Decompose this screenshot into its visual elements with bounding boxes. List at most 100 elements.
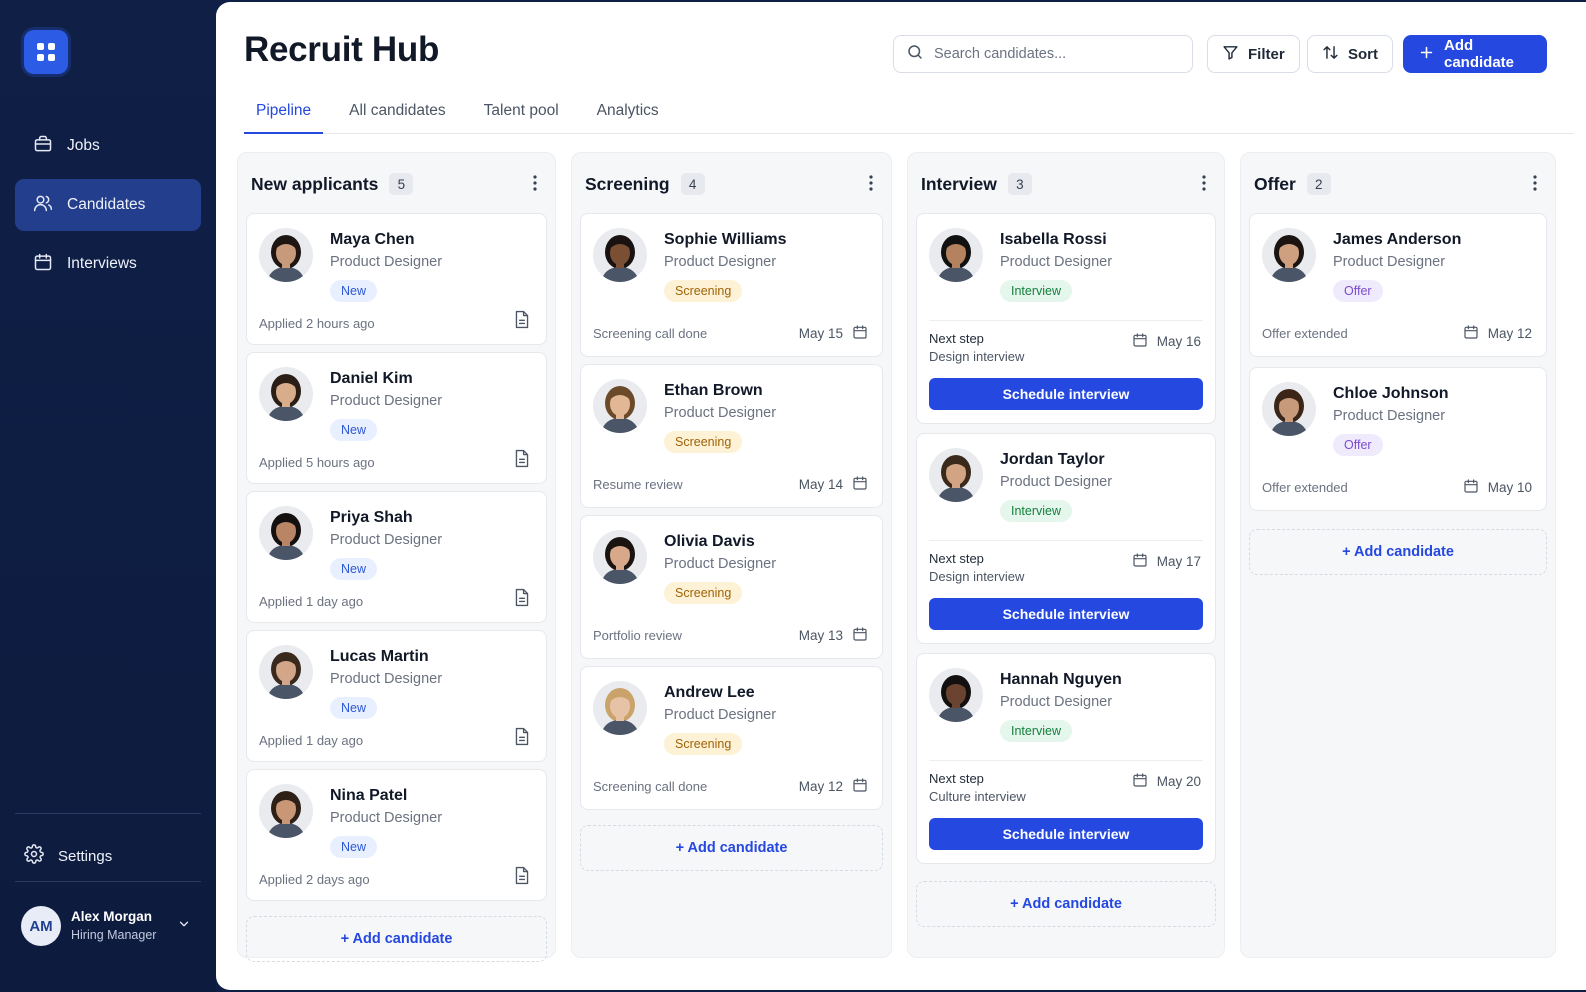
search-input[interactable]: [934, 46, 1174, 62]
candidate-card[interactable]: Hannah Nguyen Product Designer Interview Ne…: [916, 653, 1216, 864]
calendar-icon: [852, 626, 868, 645]
date-text: May 12: [1487, 326, 1532, 341]
candidate-name[interactable]: Ethan Brown: [664, 382, 763, 400]
add-candidate-button[interactable]: + Add candidate: [580, 825, 883, 871]
filter-button[interactable]: Filter: [1207, 35, 1300, 73]
more-options-button[interactable]: [527, 175, 543, 193]
avatar: AM: [21, 906, 61, 946]
date-text: May 20: [1156, 774, 1201, 789]
candidate-role: Product Designer: [1000, 474, 1113, 490]
tab-all-candidates[interactable]: All candidates: [337, 94, 458, 134]
tab-analytics[interactable]: Analytics: [585, 94, 671, 134]
column-title: New applicants: [251, 173, 379, 194]
candidate-card[interactable]: Andrew Lee Product Designer Screening Scree…: [580, 666, 883, 810]
add-candidate-button[interactable]: + Add candidate: [916, 881, 1216, 927]
candidate-name[interactable]: Olivia Davis: [664, 533, 755, 551]
candidate-name[interactable]: Hannah Nguyen: [1000, 671, 1122, 689]
candidate-name[interactable]: Priya Shah: [330, 509, 413, 527]
user-role: Hiring Manager: [71, 927, 157, 942]
status-badge: Screening: [664, 431, 743, 453]
sidebar-item-settings[interactable]: Settings: [24, 844, 112, 868]
candidate-card[interactable]: Isabella Rossi Product Designer Interview N…: [916, 213, 1216, 424]
column-header: Screening 4: [585, 171, 879, 197]
candidate-name[interactable]: Sophie Williams: [664, 231, 787, 249]
tab-talent-pool[interactable]: Talent pool: [472, 94, 571, 134]
card-date: May 15: [799, 324, 868, 343]
candidate-card[interactable]: Olivia Davis Product Designer Screening Por…: [580, 515, 883, 659]
calendar-icon: [1132, 552, 1148, 571]
search-box[interactable]: [893, 35, 1193, 73]
next-step: Next step Culture interview: [929, 770, 1026, 806]
sidebar-item-interviews[interactable]: Interviews: [15, 238, 201, 290]
candidate-card[interactable]: Lucas Martin Product Designer New Applied 1…: [246, 630, 547, 762]
settings-label: Settings: [58, 847, 113, 865]
more-options-button[interactable]: [1196, 175, 1212, 193]
column-count-badge: 3: [1007, 173, 1032, 195]
resume-button[interactable]: [514, 310, 530, 329]
column-interview: Interview 3 Isabella Rossi Product Designer…: [907, 152, 1225, 958]
next-step-value: Design interview: [929, 569, 1025, 585]
candidate-name[interactable]: Lucas Martin: [330, 648, 429, 666]
candidate-name[interactable]: Jordan Taylor: [1000, 451, 1105, 469]
schedule-interview-button[interactable]: Schedule interview: [929, 378, 1203, 410]
resume-button[interactable]: [514, 588, 530, 607]
next-step-value: Design interview: [929, 349, 1025, 365]
next-step-value: Culture interview: [929, 789, 1026, 805]
candidate-card[interactable]: Chloe Johnson Product Designer Offer Offer …: [1249, 367, 1547, 511]
candidate-card[interactable]: Daniel Kim Product Designer New Applied 5 h…: [246, 352, 547, 484]
candidate-avatar: [259, 506, 313, 560]
candidate-avatar: [259, 645, 313, 699]
card-divider: [929, 760, 1203, 761]
date-text: May 12: [798, 779, 843, 794]
resume-button[interactable]: [514, 866, 530, 885]
candidate-name[interactable]: Andrew Lee: [664, 684, 755, 702]
calendar-icon: [852, 475, 868, 494]
candidate-card[interactable]: Ethan Brown Product Designer Screening Resu…: [580, 364, 883, 508]
schedule-interview-button[interactable]: Schedule interview: [929, 598, 1203, 630]
candidate-card[interactable]: Jordan Taylor Product Designer Interview Ne…: [916, 433, 1216, 644]
card-status-text: Applied 1 day ago: [259, 594, 364, 609]
add-candidate-button[interactable]: + Add candidate: [246, 916, 547, 962]
next-step-date: May 17: [1132, 552, 1201, 571]
resume-button[interactable]: [514, 449, 530, 468]
candidate-card[interactable]: Sophie Williams Product Designer Screening…: [580, 213, 883, 357]
candidate-role: Product Designer: [664, 405, 777, 421]
filter-icon: [1222, 44, 1239, 65]
add-candidate-button[interactable]: Add candidate: [1403, 35, 1547, 73]
chevron-down-icon: [177, 917, 201, 936]
candidate-name[interactable]: Isabella Rossi: [1000, 231, 1107, 249]
candidate-card[interactable]: Priya Shah Product Designer New Applied 1 d…: [246, 491, 547, 623]
card-date: May 12: [799, 777, 868, 796]
candidate-name[interactable]: Chloe Johnson: [1333, 385, 1449, 403]
candidate-card[interactable]: Maya Chen Product Designer New Applied 2 ho…: [246, 213, 547, 345]
date-text: May 14: [798, 477, 843, 492]
candidate-avatar: [929, 228, 983, 282]
more-options-button[interactable]: [863, 175, 879, 193]
app-logo-icon[interactable]: [24, 30, 68, 74]
candidate-role: Product Designer: [330, 254, 443, 270]
more-options-button[interactable]: [1527, 175, 1543, 193]
candidate-role: Product Designer: [1333, 408, 1446, 424]
card-status-text: Offer extended: [1262, 480, 1348, 495]
column-count-badge: 2: [1306, 173, 1331, 195]
search-icon: [906, 43, 924, 66]
add-candidate-button[interactable]: + Add candidate: [1249, 529, 1547, 575]
sidebar-item-label: Candidates: [67, 196, 146, 213]
candidate-name[interactable]: Nina Patel: [330, 787, 407, 805]
date-text: May 13: [798, 628, 843, 643]
sidebar-item-jobs[interactable]: Jobs: [15, 120, 201, 172]
candidate-name[interactable]: Daniel Kim: [330, 370, 413, 388]
candidate-card[interactable]: Nina Patel Product Designer New Applied 2 d…: [246, 769, 547, 901]
sidebar-item-candidates[interactable]: Candidates: [15, 179, 201, 231]
user-menu[interactable]: AM Alex Morgan Hiring Manager: [21, 904, 201, 948]
tab-pipeline[interactable]: Pipeline: [244, 94, 324, 134]
candidate-card[interactable]: James Anderson Product Designer Offer Offer…: [1249, 213, 1547, 357]
document-icon: [514, 727, 530, 750]
sort-button[interactable]: Sort: [1307, 35, 1393, 73]
document-icon: [514, 449, 530, 472]
candidate-name[interactable]: Maya Chen: [330, 231, 414, 249]
schedule-interview-button[interactable]: Schedule interview: [929, 818, 1203, 850]
card-status-text: Screening call done: [593, 326, 708, 341]
resume-button[interactable]: [514, 727, 530, 746]
candidate-name[interactable]: James Anderson: [1333, 231, 1461, 249]
